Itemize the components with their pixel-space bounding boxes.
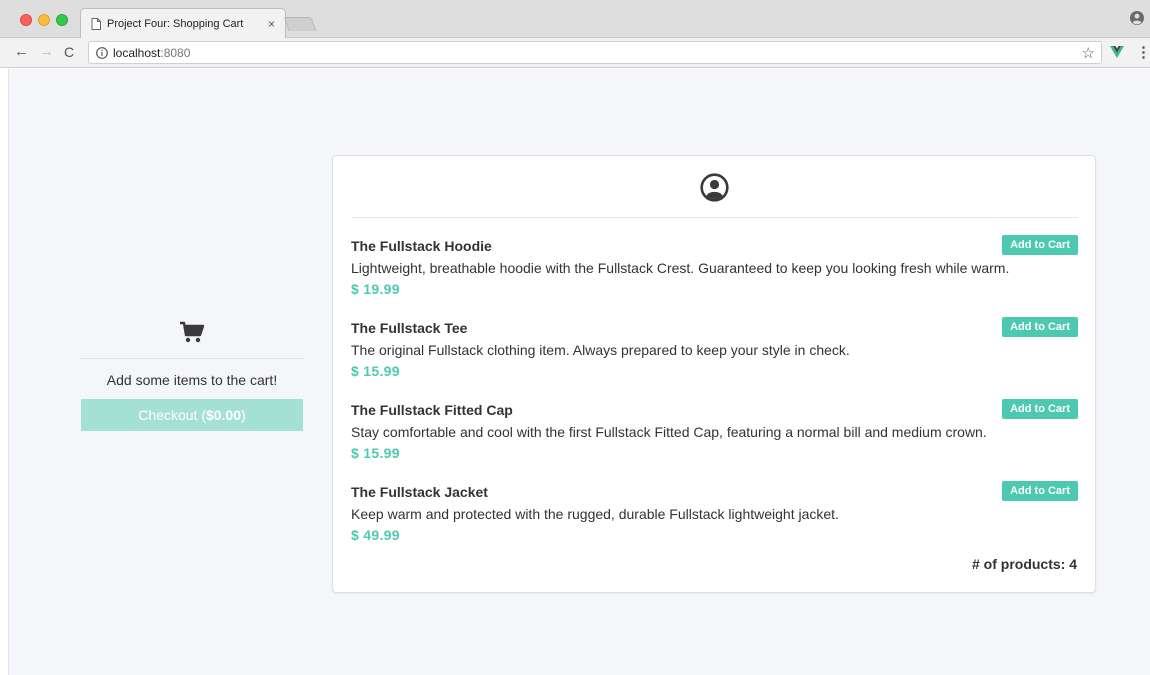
new-tab-button[interactable]: [283, 17, 317, 31]
add-to-cart-button[interactable]: Add to Cart: [1002, 481, 1078, 501]
reload-icon[interactable]: C: [64, 43, 74, 61]
cart-divider: [81, 358, 303, 359]
product-item: The Fullstack Fitted Cap Stay comfortabl…: [351, 399, 1078, 483]
back-arrow-icon[interactable]: ←: [14, 43, 29, 61]
browser-tab[interactable]: Project Four: Shopping Cart ×: [80, 8, 286, 39]
tab-title: Project Four: Shopping Cart: [107, 18, 244, 30]
cart-section: Add some items to the cart! Checkout ($0…: [81, 319, 303, 431]
minimize-window-button[interactable]: [38, 14, 50, 26]
info-icon[interactable]: [96, 47, 108, 59]
product-price: $ 15.99: [351, 445, 400, 461]
close-window-button[interactable]: [20, 14, 32, 26]
checkout-total: $0.00: [205, 407, 242, 423]
url-port: :8080: [160, 46, 191, 60]
forward-arrow-icon[interactable]: →: [39, 43, 54, 61]
product-description: The original Fullstack clothing item. Al…: [351, 342, 850, 358]
document-icon: [91, 18, 101, 30]
product-description: Lightweight, breathable hoodie with the …: [351, 260, 1010, 276]
bookmark-star-icon[interactable]: ☆: [1082, 44, 1095, 62]
browser-toolbar: ← → C localhost:8080 ☆ ⋮: [0, 38, 1150, 68]
product-price: $ 19.99: [351, 281, 400, 297]
product-name: The Fullstack Jacket: [351, 484, 488, 500]
checkout-suffix: ): [241, 407, 246, 423]
panel-divider: [351, 217, 1078, 218]
product-name: The Fullstack Hoodie: [351, 238, 492, 254]
product-list: The Fullstack Hoodie Lightweight, breath…: [351, 235, 1078, 565]
address-bar[interactable]: localhost:8080 ☆: [88, 41, 1102, 64]
url-host: localhost: [113, 46, 161, 60]
page-viewport: Add some items to the cart! Checkout ($0…: [8, 69, 1150, 675]
browser-tab-bar: Project Four: Shopping Cart ×: [0, 0, 1150, 39]
product-list-panel: The Fullstack Hoodie Lightweight, breath…: [332, 155, 1096, 593]
product-description: Keep warm and protected with the rugged,…: [351, 506, 839, 522]
add-to-cart-button[interactable]: Add to Cart: [1002, 399, 1078, 419]
add-to-cart-button[interactable]: Add to Cart: [1002, 235, 1078, 255]
product-count: # of products: 4: [971, 556, 1077, 572]
product-item: The Fullstack Hoodie Lightweight, breath…: [351, 235, 1078, 319]
product-description: Stay comfortable and cool with the first…: [351, 424, 987, 440]
vue-devtools-icon[interactable]: [1110, 45, 1124, 59]
product-name: The Fullstack Tee: [351, 320, 468, 336]
product-item: The Fullstack Tee The original Fullstack…: [351, 317, 1078, 401]
checkout-button[interactable]: Checkout ($0.00): [81, 399, 303, 431]
product-item: The Fullstack Jacket Keep warm and prote…: [351, 481, 1078, 565]
add-to-cart-button[interactable]: Add to Cart: [1002, 317, 1078, 337]
close-tab-icon[interactable]: ×: [268, 17, 275, 31]
url-text: localhost:8080: [113, 46, 190, 60]
maximize-window-button[interactable]: [56, 14, 68, 26]
cart-empty-message: Add some items to the cart!: [106, 372, 278, 388]
profile-icon[interactable]: [1130, 11, 1144, 25]
product-price: $ 15.99: [351, 363, 400, 379]
more-menu-icon[interactable]: ⋮: [1136, 43, 1150, 61]
shopping-cart-icon: [180, 321, 205, 343]
product-price: $ 49.99: [351, 527, 400, 543]
user-circle-icon: [700, 173, 729, 202]
product-name: The Fullstack Fitted Cap: [351, 402, 513, 418]
checkout-label: Checkout (: [138, 407, 206, 423]
